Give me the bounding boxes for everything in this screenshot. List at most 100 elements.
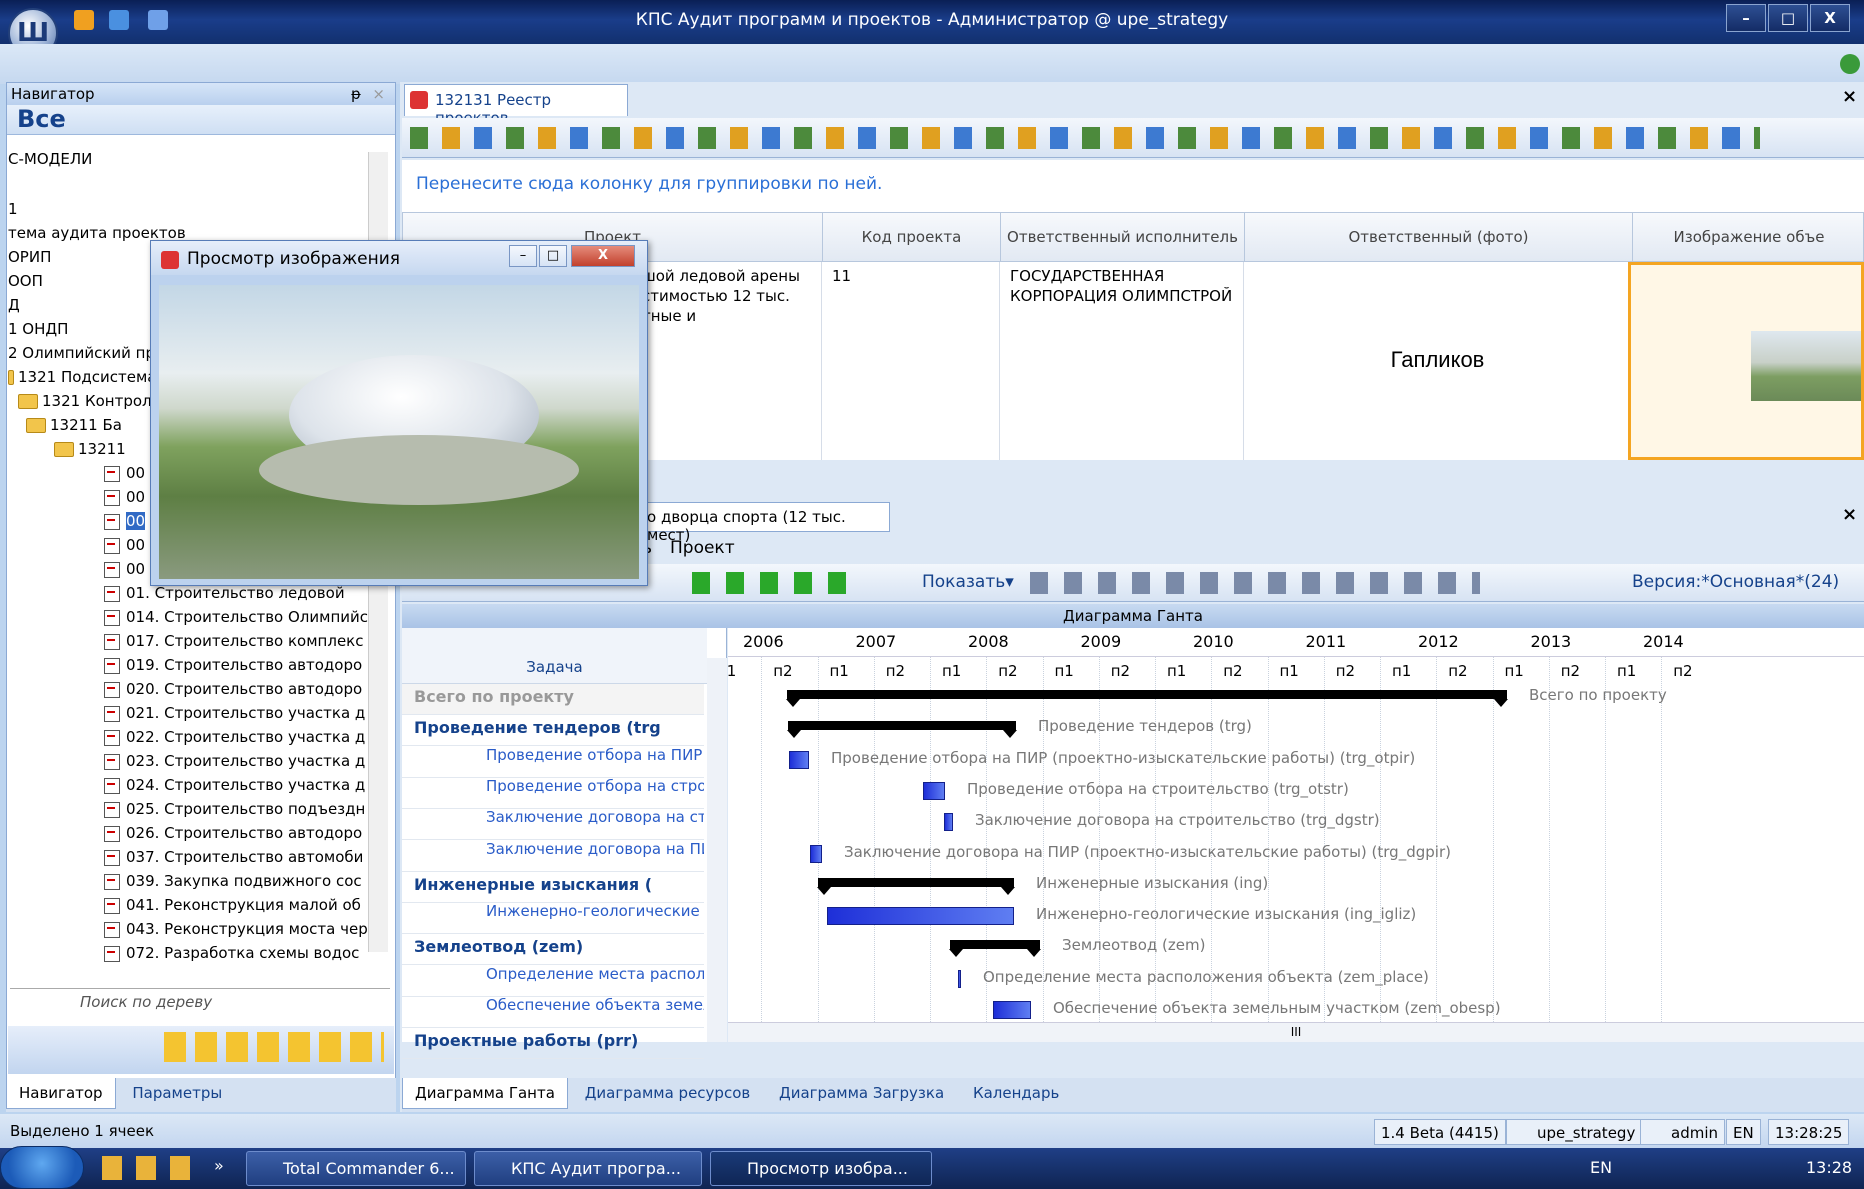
group-by-hint[interactable]: Перенесите сюда колонку для группировки … [402,160,1864,212]
tree-search-input[interactable]: Поиск по дереву [10,988,390,1016]
tab-load[interactable]: Диаграмма Загрузка [767,1078,956,1108]
task-row[interactable]: Заключение договора на ПИР (проектно-изы… [402,841,704,872]
pin-icon[interactable]: ᵽ [351,85,361,103]
tree-item[interactable]: С-МОДЕЛИ [8,148,92,170]
tree-item[interactable]: 023. Строительство участка д [104,750,365,772]
tab-gantt-project[interactable]: о дворца спорта (12 тыс. мест) [640,502,890,544]
tree-item[interactable]: 043. Реконструкция моста чер [104,918,368,940]
tree-item[interactable]: 00 [104,462,145,484]
version-selector[interactable]: Версия:*Основная*(24) [1632,572,1839,592]
gantt-bar[interactable] [949,940,1041,958]
tree-item[interactable]: 039. Закупка подвижного сос [104,870,362,892]
tree-item[interactable]: 024. Строительство участка д [104,774,365,796]
taskbar-chevron[interactable]: » [214,1156,224,1175]
task-column-header[interactable]: Задача [402,628,707,684]
gantt-bar[interactable] [787,721,1017,739]
taskbar-clock[interactable]: 13:28 [1806,1158,1852,1177]
task-row[interactable]: Инженерно-геологические изыскания (ing_i… [402,903,704,935]
navigator-close-icon[interactable]: × [372,85,385,103]
tab-gantt[interactable]: Диаграмма Ганта [402,1078,568,1109]
tree-item[interactable]: 1321 Подсистема [8,366,157,388]
gantt-bar[interactable] [786,690,1508,707]
maximize-button[interactable]: □ [1768,4,1808,32]
image-viewer-window[interactable]: Просмотр изображения – □ X [150,240,648,586]
tree-item[interactable]: 1321 Контрол [18,390,152,412]
tree-item[interactable]: 022. Строительство участка д [104,726,365,748]
task-row[interactable]: Всего по проекту [402,684,704,715]
gantt-bar[interactable] [993,1001,1031,1019]
tree-item[interactable]: 2 Олимпийский пр [8,342,155,364]
tree-item[interactable]: 017. Строительство комплекс [104,630,363,652]
quick-launch-icons[interactable] [102,1156,194,1180]
tab-calendar[interactable]: Календарь [961,1078,1071,1108]
cell-image[interactable] [1628,262,1864,460]
tree-item[interactable]: 014. Строительство Олимпийс [104,606,368,628]
tree-item[interactable]: Д [8,294,20,316]
task-row[interactable]: Землеотвод (zem) [402,934,704,966]
menu-item-project[interactable]: Проект [670,538,735,558]
tree-item[interactable]: ОРИП [8,246,51,268]
tree-item[interactable]: ООП [8,270,43,292]
minimize-button[interactable]: – [1726,4,1766,32]
refresh-icon[interactable] [108,10,129,30]
taskbar-image-viewer[interactable]: Просмотр изобра... [710,1151,932,1186]
tab-navigator[interactable]: Навигатор [6,1078,116,1109]
view-icons[interactable] [1030,572,1480,594]
help-icon[interactable] [1840,54,1860,74]
gantt-bar[interactable] [923,781,945,800]
task-row[interactable]: Обеспечение объекта земельным участком (… [402,997,704,1028]
gantt-bar[interactable] [944,813,953,832]
arrow-icons[interactable] [692,572,862,594]
show-dropdown[interactable]: Показать▾ [922,572,1014,592]
column-image[interactable]: Изображение объе [1633,213,1864,261]
tab-parameters[interactable]: Параметры [120,1078,234,1108]
tree-item[interactable]: 072. Разработка схемы водос [104,942,359,964]
viewer-maximize-button[interactable]: □ [539,245,567,267]
tree-item[interactable]: 00 [104,534,145,556]
tree-item[interactable]: 026. Строительство автодоро [104,822,362,844]
tree-item[interactable]: 13211 Ба [26,414,122,436]
task-scrollbar[interactable] [707,658,727,1042]
tab-project-registry[interactable]: 132131 Реестр проектов [404,84,628,127]
toolbar-icons[interactable] [410,127,1760,149]
users-icon[interactable] [74,10,94,30]
column-project-code[interactable]: Код проекта [823,213,1001,261]
close-button[interactable]: X [1810,4,1850,32]
registry-close-icon[interactable]: × [1842,86,1857,107]
window-list-icon[interactable] [147,10,168,30]
gantt-bar[interactable] [789,750,809,769]
task-row[interactable]: Инженерные изыскания ( [402,872,704,903]
tree-item[interactable]: 019. Строительство автодоро [104,654,362,676]
gantt-bar[interactable] [810,844,822,863]
tree-item[interactable]: 1 [8,198,18,220]
gantt-close-icon[interactable]: × [1842,504,1857,525]
tree-item[interactable]: 00 [104,558,145,580]
task-row[interactable]: Проведение отбора на ПИР (проектно-изыск… [402,747,704,778]
chart-scrollbar[interactable]: III [728,1022,1864,1042]
column-photo[interactable]: Ответственный (фото) [1245,213,1633,261]
navigator-root[interactable]: Все [7,105,395,135]
tree-item-selected[interactable]: 00 [104,510,146,532]
column-executor[interactable]: Ответственный исполнитель [1001,213,1245,261]
start-button[interactable] [0,1146,84,1189]
viewer-close-button[interactable]: X [571,245,635,267]
tab-resources[interactable]: Диаграмма ресурсов [573,1078,763,1108]
task-row[interactable]: Проведение тендеров (trg [402,715,704,747]
task-row[interactable]: Проведение отбора на строительство (trg_… [402,778,704,809]
task-row[interactable]: Определение места расположения объекта (… [402,966,704,997]
task-row[interactable]: Заключение договора на строительство (tr… [402,809,704,841]
tree-item[interactable]: 037. Строительство автомоби [104,846,363,868]
taskbar-total-commander[interactable]: Total Commander 6... [246,1151,466,1186]
tree-item[interactable]: 1 ОНДП [8,318,68,340]
navigation-arrows-icon[interactable] [164,1032,384,1062]
tree-item[interactable]: 13211 [54,438,126,460]
tree-item[interactable]: 041. Реконструкция малой об [104,894,361,916]
gantt-bar[interactable] [817,877,1015,895]
viewer-minimize-button[interactable]: – [509,245,537,267]
tree-item[interactable]: 020. Строительство автодоро [104,678,362,700]
taskbar-kps-audit[interactable]: КПС Аудит програ... [474,1151,702,1186]
task-row[interactable]: Проектные работы (prr) [402,1028,704,1060]
tree-item[interactable]: 021. Строительство участка д [104,702,365,724]
tree-item[interactable]: 00 [104,486,145,508]
gantt-bar[interactable] [958,969,961,988]
